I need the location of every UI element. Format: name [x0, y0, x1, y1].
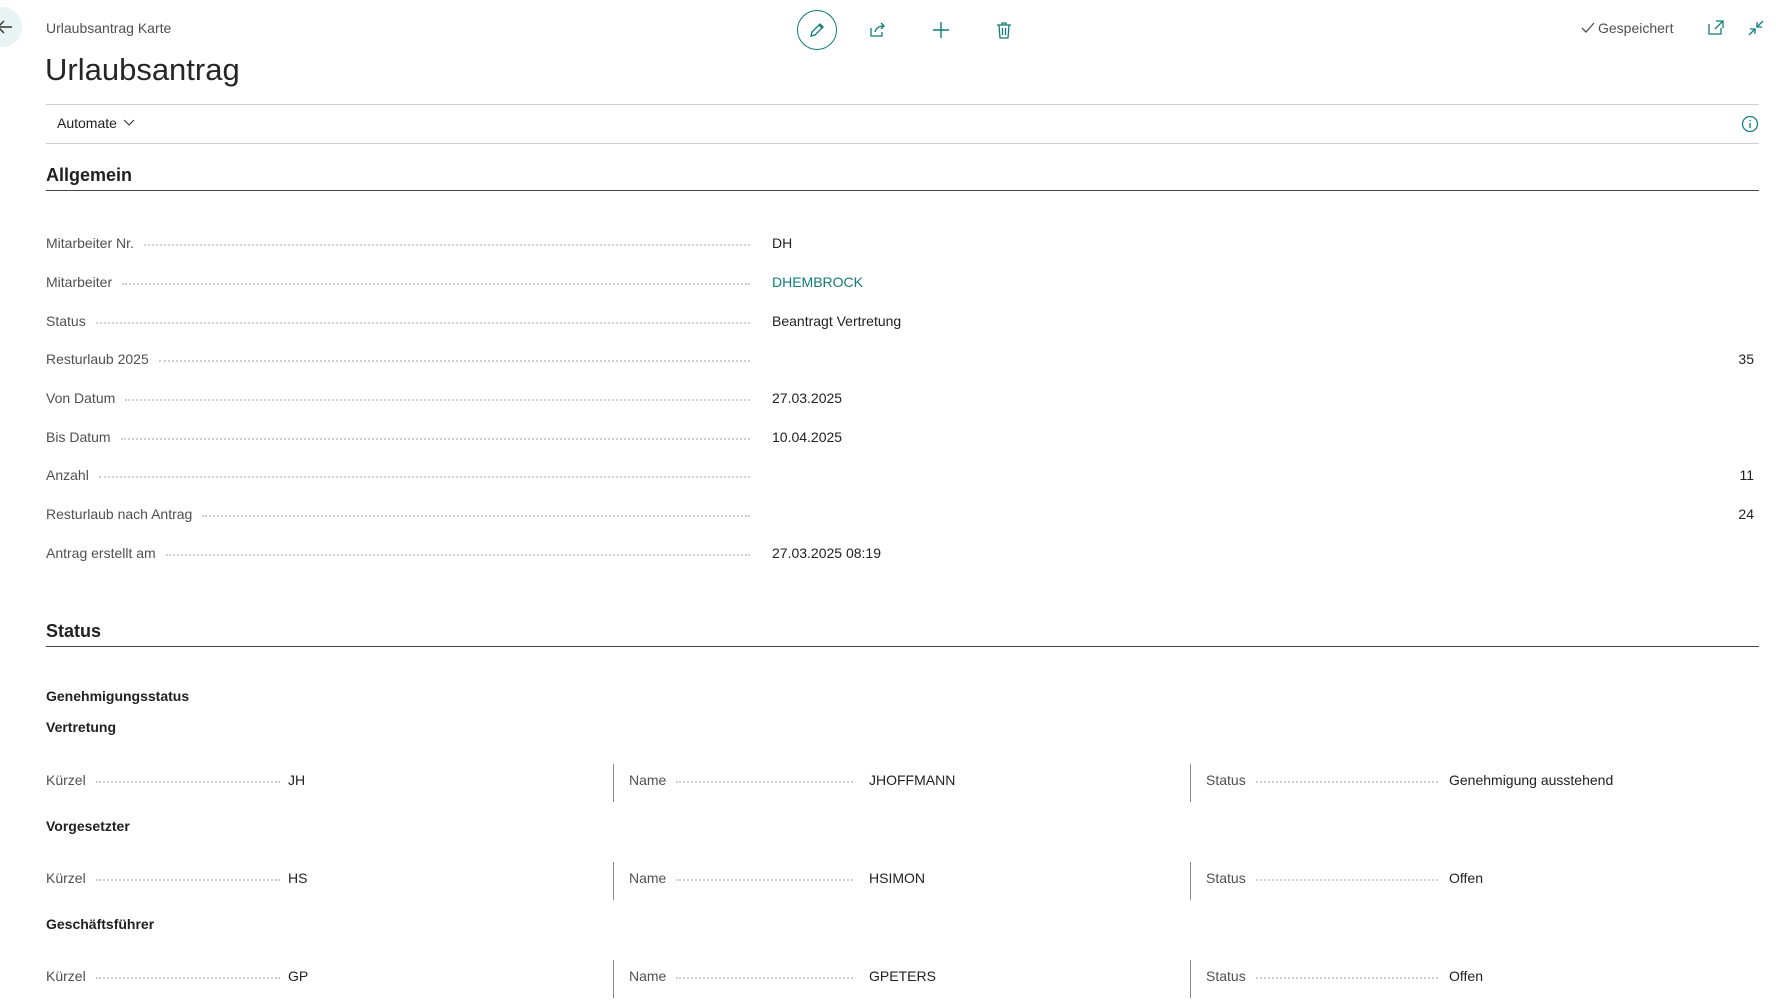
- info-button[interactable]: [1741, 115, 1759, 138]
- column-divider: [1190, 764, 1191, 802]
- label-kuerzel: Kürzel: [46, 772, 280, 788]
- label-resturlaub: Resturlaub 2025: [46, 351, 756, 367]
- section-divider: [46, 646, 1759, 647]
- value-antrag-erstellt-am[interactable]: 27.03.2025 08:19: [772, 545, 881, 561]
- section-divider: [46, 190, 1759, 191]
- saved-status: Gespeichert: [1580, 20, 1673, 36]
- back-button[interactable]: [0, 7, 22, 47]
- open-new-window-button[interactable]: [1706, 18, 1726, 43]
- collapse-icon: [1748, 20, 1764, 36]
- plus-icon: [933, 22, 949, 38]
- label-antrag-erstellt-am: Antrag erstellt am: [46, 545, 756, 561]
- automate-menu[interactable]: Automate: [57, 115, 135, 131]
- info-icon: [1741, 115, 1759, 133]
- value-kuerzel[interactable]: GP: [288, 968, 308, 984]
- label-mitarbeiter-nr: Mitarbeiter Nr.: [46, 235, 756, 251]
- group-title-genehmigungsstatus: Genehmigungsstatus: [46, 688, 190, 704]
- section-title-general[interactable]: Allgemein: [46, 165, 132, 186]
- check-icon: [1581, 22, 1595, 33]
- value-status[interactable]: Offen: [1449, 968, 1483, 984]
- label-von-datum: Von Datum: [46, 390, 756, 406]
- label-name: Name: [629, 870, 853, 886]
- automate-label: Automate: [57, 115, 117, 131]
- arrow-left-icon: [0, 20, 12, 34]
- value-kuerzel[interactable]: HS: [288, 870, 307, 886]
- value-status[interactable]: Genehmigung ausstehend: [1449, 772, 1613, 788]
- value-kuerzel[interactable]: JH: [288, 772, 305, 788]
- column-divider: [1190, 862, 1191, 900]
- value-mitarbeiter-link[interactable]: DHEMBROCK: [772, 274, 863, 290]
- value-resturlaub[interactable]: 35: [1654, 351, 1754, 367]
- edit-button[interactable]: [797, 10, 837, 50]
- value-status[interactable]: Offen: [1449, 870, 1483, 886]
- page-title: Urlaubsantrag: [45, 52, 240, 87]
- value-name-link[interactable]: JHOFFMANN: [869, 772, 955, 788]
- value-status[interactable]: Beantragt Vertretung: [772, 313, 901, 329]
- group-title-vertretung: Vertretung: [46, 719, 117, 735]
- breadcrumb: Urlaubsantrag Karte: [46, 20, 172, 36]
- column-divider: [613, 960, 614, 998]
- value-von-datum[interactable]: 27.03.2025: [772, 390, 842, 406]
- delete-button[interactable]: [984, 10, 1024, 50]
- share-icon: [870, 22, 885, 37]
- chevron-down-icon: [123, 119, 135, 126]
- label-name: Name: [629, 772, 853, 788]
- value-anzahl[interactable]: 11: [1654, 467, 1754, 483]
- label-status: Status: [1206, 870, 1438, 886]
- column-divider: [1190, 960, 1191, 998]
- group-title-vorgesetzter: Vorgesetzter: [46, 818, 130, 834]
- label-mitarbeiter: Mitarbeiter: [46, 274, 756, 290]
- share-button[interactable]: [858, 10, 898, 50]
- edit-icon: [810, 23, 824, 37]
- section-title-status[interactable]: Status: [46, 621, 101, 642]
- value-name-link[interactable]: GPETERS: [869, 968, 936, 984]
- label-status: Status: [46, 313, 756, 329]
- action-bar: Automate: [46, 104, 1759, 144]
- label-anzahl: Anzahl: [46, 467, 756, 483]
- value-bis-datum[interactable]: 10.04.2025: [772, 429, 842, 445]
- label-kuerzel: Kürzel: [46, 968, 280, 984]
- collapse-button[interactable]: [1746, 18, 1766, 43]
- label-name: Name: [629, 968, 853, 984]
- label-bis-datum: Bis Datum: [46, 429, 756, 445]
- value-mitarbeiter-nr[interactable]: DH: [772, 235, 792, 251]
- label-kuerzel: Kürzel: [46, 870, 280, 886]
- open-new-window-icon: [1708, 20, 1724, 35]
- new-button[interactable]: [921, 10, 961, 50]
- group-title-geschaeftsfuehrer: Geschäftsführer: [46, 916, 155, 932]
- column-divider: [613, 764, 614, 802]
- trash-icon: [997, 22, 1011, 39]
- column-divider: [613, 862, 614, 900]
- saved-label: Gespeichert: [1598, 20, 1674, 36]
- label-status: Status: [1206, 772, 1438, 788]
- value-resturlaub-nach-antrag[interactable]: 24: [1654, 506, 1754, 522]
- label-status: Status: [1206, 968, 1438, 984]
- label-resturlaub-nach-antrag: Resturlaub nach Antrag: [46, 506, 756, 522]
- value-name-link[interactable]: HSIMON: [869, 870, 925, 886]
